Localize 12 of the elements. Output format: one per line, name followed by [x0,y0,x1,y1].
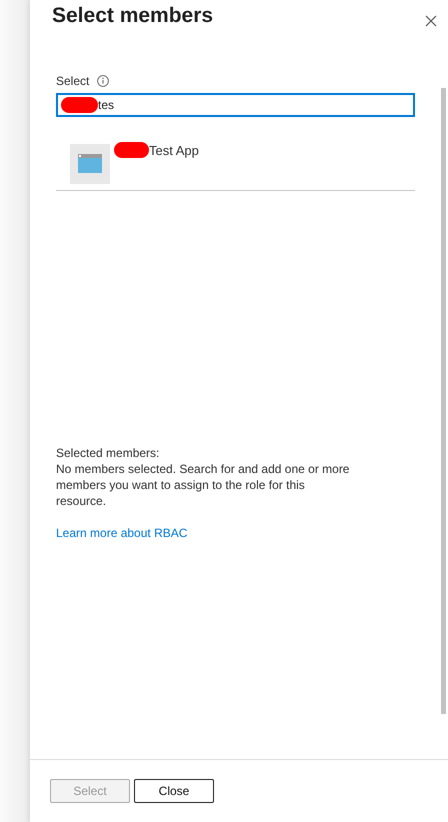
selected-members-message: No members selected. Search for and add one or more members you want to assign to the role for this resource. [56,461,350,509]
info-icon [97,75,110,87]
panel-title: Select members [52,4,214,28]
close-button[interactable]: Close [134,779,214,803]
scrollbar[interactable] [441,88,446,714]
search-field[interactable]: tes [56,93,415,117]
field-label: Select [56,74,90,88]
rbac-link[interactable]: Learn more about RBAC [56,526,188,540]
result-name: Test App [149,142,199,158]
application-icon [70,144,110,184]
result-item[interactable]: Test App [56,137,415,190]
selected-members-heading: Selected members: [56,445,160,461]
